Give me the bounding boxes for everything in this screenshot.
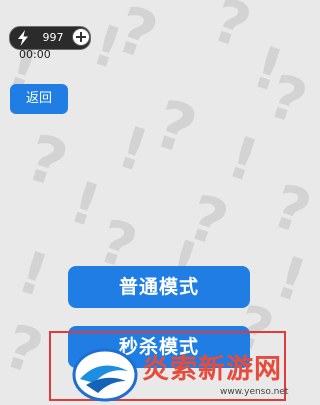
plus-icon	[76, 32, 86, 42]
lightning-bolt-icon	[18, 30, 28, 46]
question-mark-decoration: ?	[0, 311, 51, 389]
exclamation-mark-decoration: !	[62, 167, 109, 241]
question-mark-decoration: ?	[264, 171, 319, 249]
watermark-logo-icon	[72, 348, 138, 402]
recovery-timer: 00:00	[19, 48, 51, 61]
question-mark-decoration: ?	[17, 121, 76, 203]
site-watermark: 炎索新游网 www.yenso.net	[70, 345, 320, 405]
watermark-url: www.yenso.net	[220, 387, 289, 397]
add-energy-button[interactable]	[72, 28, 90, 46]
exclamation-mark-decoration: !	[10, 237, 57, 311]
question-mark-decoration: ?	[145, 84, 206, 171]
exclamation-mark-decoration: !	[220, 122, 267, 196]
normal-mode-button[interactable]: 普通模式	[68, 266, 250, 308]
back-button[interactable]: 返回	[10, 84, 68, 114]
energy-counter: 997	[9, 26, 91, 50]
question-mark-decoration: ?	[204, 0, 259, 63]
energy-count: 997	[42, 31, 64, 44]
watermark-title: 炎索新游网	[142, 354, 282, 385]
